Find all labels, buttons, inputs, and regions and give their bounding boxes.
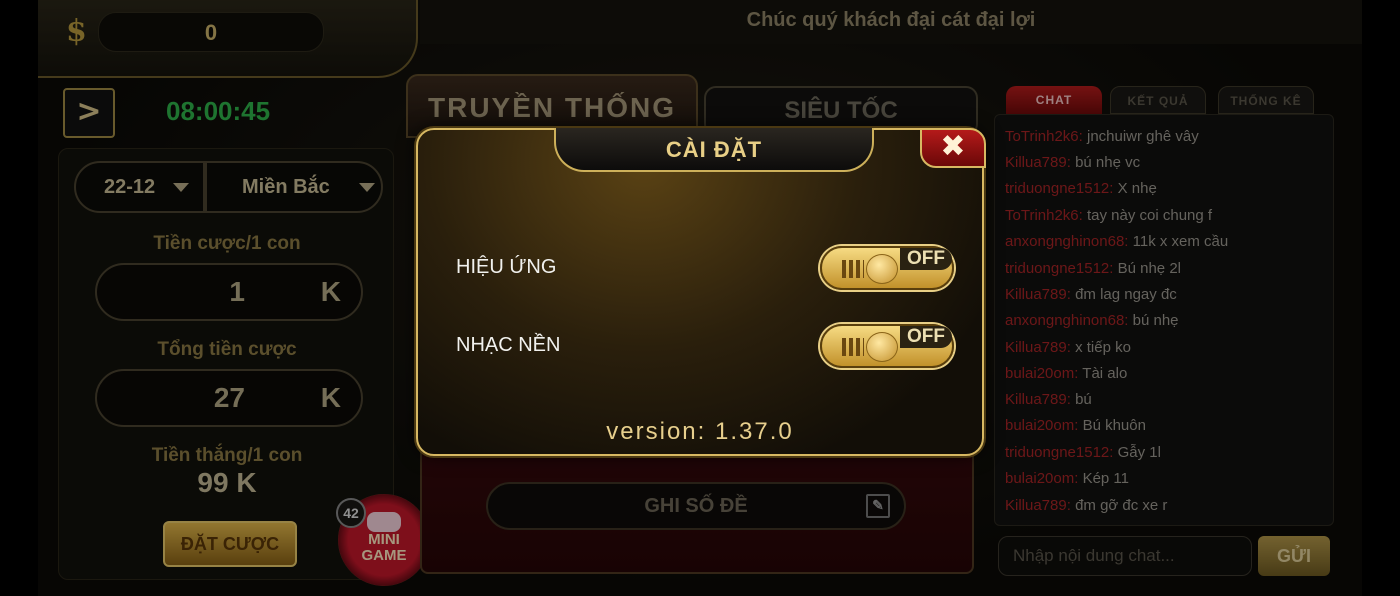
music-toggle[interactable]: OFF <box>820 324 954 368</box>
dialog-title: CÀI ĐẶT <box>554 128 874 172</box>
effects-label: HIỆU ỨNG <box>456 256 557 278</box>
effects-state: OFF <box>900 248 952 270</box>
settings-dialog: CÀI ĐẶT ✖ HIỆU ỨNG OFF NHẠC NỀN OFF vers… <box>416 128 986 456</box>
toggle-knob <box>866 332 898 362</box>
version-text: version: 1.37.0 <box>606 418 794 445</box>
effects-toggle[interactable]: OFF <box>820 246 954 290</box>
music-label: NHẠC NỀN <box>456 334 561 356</box>
close-button[interactable]: ✖ <box>920 128 986 168</box>
music-state: OFF <box>900 326 952 348</box>
toggle-knob <box>866 254 898 284</box>
grip-icon <box>842 260 864 278</box>
grip-icon <box>842 338 864 356</box>
